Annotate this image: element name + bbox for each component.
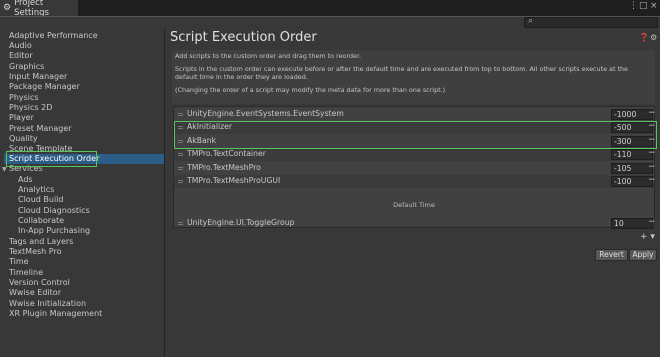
execution-order-field[interactable]: -100 — [611, 176, 653, 187]
sidebar-item-time[interactable]: Time — [9, 257, 29, 267]
execution-order-field[interactable]: -1000 — [611, 109, 653, 120]
expand-triangle-icon[interactable]: ▼ — [2, 166, 7, 173]
sidebar-item-wwise-editor[interactable]: Wwise Editor — [9, 288, 61, 298]
sidebar-item-adaptive-performance[interactable]: Adaptive Performance — [9, 31, 98, 41]
drag-handle-icon[interactable] — [178, 153, 183, 156]
execution-order-field[interactable]: -110 — [611, 149, 653, 160]
title-bar: ⚙ Project Settings ⋮ □ × — [0, 0, 660, 18]
help-text-2: Scripts in the custom order can execute … — [175, 65, 628, 81]
drag-handle-icon[interactable] — [178, 180, 183, 183]
help-text-3: (Changing the order of a script may modi… — [175, 86, 446, 94]
execution-order-field[interactable]: -105 — [611, 163, 653, 174]
sidebar-item-cloud-diagnostics[interactable]: Cloud Diagnostics — [18, 206, 90, 216]
maximize-icon[interactable]: □ — [639, 1, 648, 11]
page-title: Script Execution Order — [170, 30, 317, 45]
sidebar-item-collaborate[interactable]: Collaborate — [18, 216, 64, 226]
remove-script-button[interactable]: − — [648, 148, 656, 158]
sidebar-item-cloud-build[interactable]: Cloud Build — [18, 195, 63, 205]
drag-handle-icon[interactable] — [178, 113, 183, 116]
script-name: TMPro.TextMeshProUGUI — [187, 176, 281, 185]
close-icon[interactable]: × — [650, 1, 658, 11]
script-row[interactable]: TMPro.TextMeshPro -105 − — [174, 162, 656, 175]
script-name: TMPro.TextContainer — [187, 149, 266, 158]
highlight-box-sidebar — [6, 151, 97, 167]
sidebar-item-audio[interactable]: Audio — [9, 41, 32, 51]
script-name: TMPro.TextMeshPro — [187, 163, 261, 172]
script-name: UnityEngine.EventSystems.EventSystem — [187, 109, 344, 118]
revert-button[interactable]: Revert — [595, 249, 628, 261]
main-panel: Script Execution Order ❓ ⚙ Add scripts t… — [165, 28, 660, 357]
sidebar-item-in-app-purchasing[interactable]: In-App Purchasing — [18, 226, 90, 236]
window-tab[interactable]: ⚙ Project Settings — [0, 0, 78, 18]
settings-icon[interactable]: ⚙ — [650, 33, 657, 42]
gear-icon: ⚙ — [3, 3, 12, 13]
highlight-box-ak-scripts — [174, 121, 657, 149]
help-box: Add scripts to the custom order and drag… — [172, 50, 655, 104]
sidebar-item-package-manager[interactable]: Package Manager — [9, 82, 80, 92]
script-row[interactable]: TMPro.TextContainer -110 − — [174, 148, 656, 161]
more-options-icon[interactable]: ⋮ — [629, 1, 638, 11]
help-icon[interactable]: ❓ — [639, 33, 649, 42]
help-text-1: Add scripts to the custom order and drag… — [175, 52, 362, 60]
sidebar-item-analytics[interactable]: Analytics — [18, 185, 54, 195]
sidebar-item-wwise-initialization[interactable]: Wwise Initialization — [9, 299, 86, 309]
sidebar-item-textmesh-pro[interactable]: TextMesh Pro — [9, 247, 61, 257]
drag-handle-icon[interactable] — [178, 222, 183, 225]
sidebar-item-editor[interactable]: Editor — [9, 51, 33, 61]
sidebar-item-quality[interactable]: Quality — [9, 134, 38, 144]
sidebar-item-player[interactable]: Player — [9, 113, 34, 123]
script-row[interactable]: TMPro.TextMeshProUGUI -100 − — [174, 175, 656, 188]
sidebar-item-preset-manager[interactable]: Preset Manager — [9, 124, 72, 134]
drag-handle-icon[interactable] — [178, 167, 183, 170]
remove-script-button[interactable]: − — [648, 162, 656, 172]
remove-script-button[interactable]: − — [648, 175, 656, 185]
sidebar-item-physics[interactable]: Physics — [9, 93, 39, 103]
sidebar-item-version-control[interactable]: Version Control — [9, 278, 70, 288]
remove-script-button[interactable]: − — [648, 217, 656, 227]
add-script-button[interactable]: + ▾ — [640, 232, 655, 242]
sidebar-item-ads[interactable]: Ads — [18, 175, 33, 185]
sidebar-item-xr-plugin-management[interactable]: XR Plugin Management — [9, 309, 102, 319]
search-icon: ⌕ — [528, 16, 534, 26]
search-input[interactable]: ⌕ — [524, 16, 658, 28]
sidebar-item-tags-and-layers[interactable]: Tags and Layers — [9, 237, 73, 247]
script-name: UnityEngine.UI.ToggleGroup — [187, 218, 295, 227]
script-row[interactable]: UnityEngine.UI.ToggleGroup 10 − — [174, 217, 656, 230]
remove-script-button[interactable]: − — [648, 108, 656, 118]
sidebar-item-timeline[interactable]: Timeline — [9, 268, 43, 278]
default-time-label: Default Time — [393, 201, 435, 209]
sidebar-item-input-manager[interactable]: Input Manager — [9, 72, 67, 82]
script-row[interactable]: UnityEngine.EventSystems.EventSystem -10… — [174, 108, 656, 121]
sidebar-item-graphics[interactable]: Graphics — [9, 62, 44, 72]
apply-button[interactable]: Apply — [629, 249, 657, 261]
execution-order-field[interactable]: 10 — [611, 218, 653, 229]
sidebar-item-physics-2d[interactable]: Physics 2D — [9, 103, 52, 113]
